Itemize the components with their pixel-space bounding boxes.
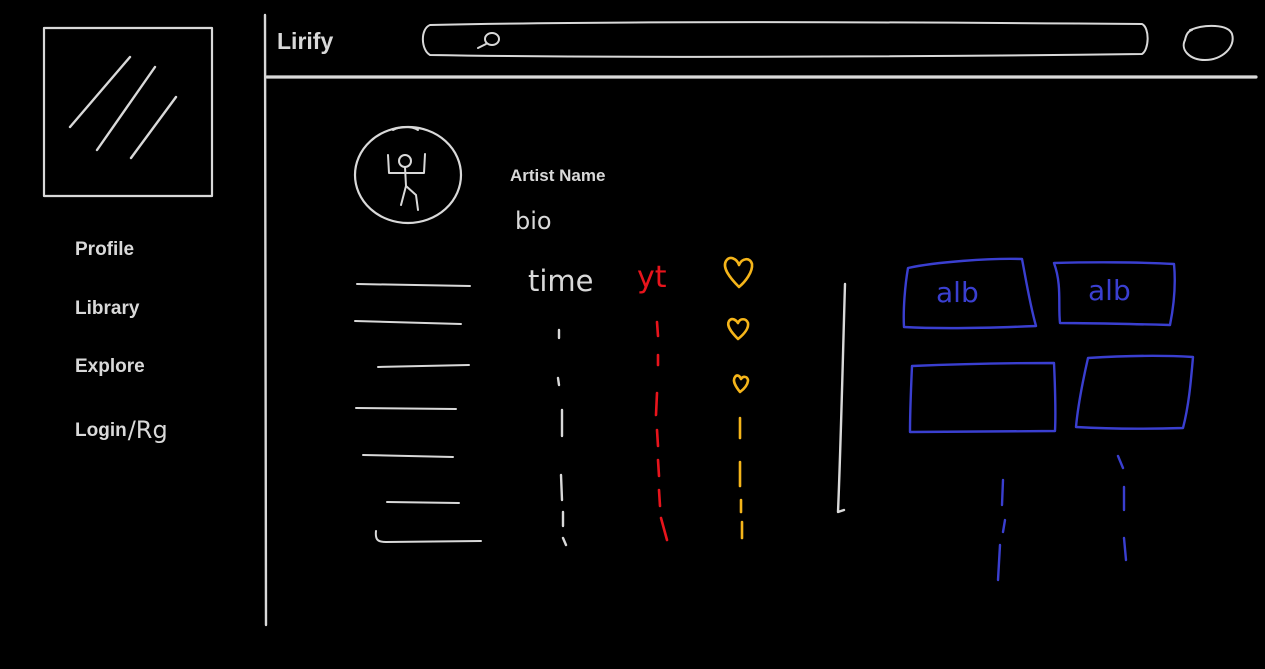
track-row bbox=[374, 530, 482, 543]
sidebar-item-label: Login bbox=[75, 420, 127, 441]
logo bbox=[42, 26, 214, 198]
sidebar-divider bbox=[263, 13, 268, 627]
sidebar-item-explore[interactable]: Explore bbox=[75, 356, 145, 378]
heart-icon[interactable] bbox=[723, 256, 754, 289]
sidebar-item-label-suffix: /Rg bbox=[127, 416, 168, 444]
sidebar-item-login[interactable]: Login/Rg bbox=[75, 414, 168, 444]
user-avatar-button[interactable] bbox=[1182, 24, 1236, 62]
track-list bbox=[354, 283, 482, 543]
track-row bbox=[386, 501, 460, 504]
track-row bbox=[356, 283, 471, 287]
wireframe-sketch bbox=[42, 13, 1258, 627]
yt-column bbox=[654, 320, 669, 542]
column-header-time: time bbox=[528, 264, 594, 298]
album-label: alb bbox=[936, 276, 979, 309]
album-card[interactable] bbox=[1074, 354, 1195, 430]
register-label: Rg bbox=[135, 416, 168, 444]
heart-icon[interactable] bbox=[726, 317, 750, 341]
track-row bbox=[362, 454, 454, 458]
album-card[interactable] bbox=[908, 361, 1057, 434]
track-row bbox=[377, 364, 470, 368]
track-row bbox=[354, 320, 462, 325]
album-column bbox=[996, 454, 1128, 582]
sidebar-item-profile[interactable]: Profile bbox=[75, 239, 134, 261]
search-input[interactable] bbox=[422, 22, 1150, 58]
column-header-yt: yt bbox=[637, 260, 667, 295]
heart-icon[interactable] bbox=[732, 374, 750, 394]
sidebar-item-library[interactable]: Library bbox=[75, 298, 139, 320]
artist-avatar bbox=[353, 125, 463, 225]
content-divider bbox=[836, 282, 847, 514]
album-label: alb bbox=[1088, 274, 1131, 307]
artist-bio: bio bbox=[515, 207, 552, 235]
app-window: Lirify Profile Library Explore Login/Rg … bbox=[0, 0, 1265, 669]
time-column bbox=[556, 328, 568, 547]
track-row bbox=[355, 407, 457, 410]
app-title: Lirify bbox=[277, 28, 334, 54]
artist-name: Artist Name bbox=[510, 166, 606, 185]
stick-figure-icon bbox=[387, 153, 426, 211]
like-column bbox=[738, 416, 744, 540]
